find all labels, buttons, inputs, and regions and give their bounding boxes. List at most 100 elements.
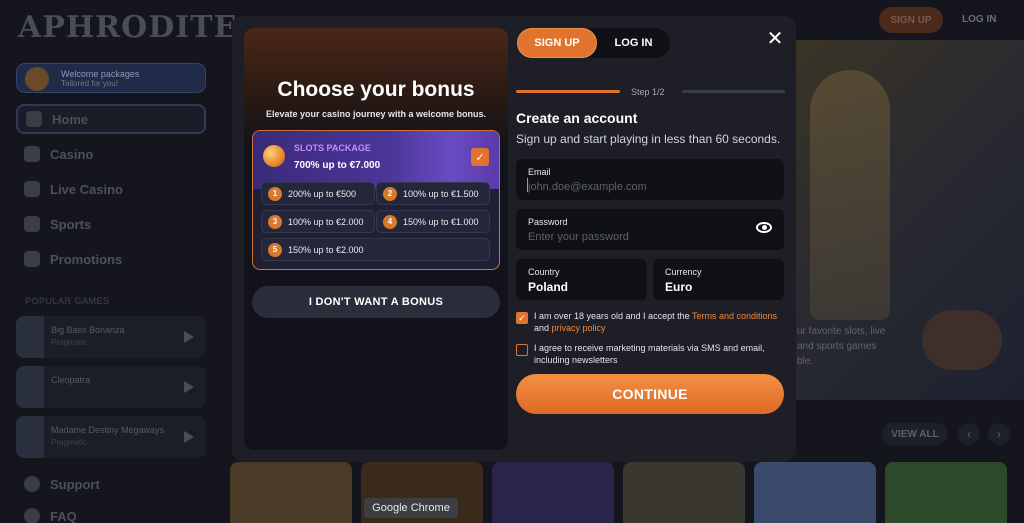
- sidebar-item-live-casino[interactable]: Live Casino: [16, 174, 206, 204]
- sidebar-item-label: Sports: [50, 216, 92, 232]
- offer-number-badge: 2: [383, 186, 397, 201]
- hero-text-line: ble.: [797, 356, 814, 367]
- privacy-link[interactable]: privacy policy: [552, 323, 606, 333]
- popular-games-heading: POPULAR GAMES: [25, 296, 110, 306]
- signup-modal: Choose your bonus Elevate your casino jo…: [232, 16, 796, 462]
- offer-item: 3 100% up to €2.000: [261, 210, 375, 233]
- game-row-madame-destiny[interactable]: Madame Destiny Megaways Pragmatic: [16, 416, 206, 458]
- play-icon[interactable]: [184, 431, 194, 443]
- header-signup-button[interactable]: SIGN UP: [879, 7, 943, 33]
- game-tile[interactable]: [754, 462, 876, 523]
- auth-tabs: SIGN UP LOG IN: [517, 28, 670, 58]
- offer-text: 100% up to €1.500: [403, 188, 479, 199]
- country-value: Poland: [528, 280, 569, 294]
- country-select[interactable]: Country Poland: [516, 259, 647, 300]
- email-input[interactable]: [528, 179, 748, 195]
- game-provider: Pragmatic: [51, 438, 88, 447]
- faq-icon: [24, 508, 40, 523]
- ball-icon: [24, 216, 40, 232]
- offer-item: 4 150% up to €1.000: [376, 210, 490, 233]
- package-amount: 700% up to €7.000: [294, 160, 381, 171]
- offer-text: 200% up to €500: [288, 188, 357, 199]
- game-tile[interactable]: [623, 462, 745, 523]
- continue-button[interactable]: CONTINUE: [516, 374, 784, 414]
- offer-number-badge: 5: [268, 242, 282, 257]
- offer-text: 150% up to €1.000: [403, 216, 479, 227]
- hero-text-line: and sports games: [797, 341, 877, 352]
- slots-package-card[interactable]: SLOTS PACKAGE 700% up to €7.000 ✓ 1 200%…: [252, 130, 500, 270]
- sidebar-item-label: Promotions: [50, 251, 123, 267]
- next-arrow-icon[interactable]: ›: [988, 423, 1010, 445]
- game-row-big-bass-bonanza[interactable]: Big Bass Bonanza Pragmatic: [16, 316, 206, 358]
- promo-title: Welcome packages: [61, 68, 140, 79]
- password-field: Password: [516, 209, 784, 250]
- currency-select[interactable]: Currency Euro: [653, 259, 784, 300]
- welcome-packages-banner[interactable]: Welcome packages Tailored for you!: [16, 63, 206, 93]
- play-icon[interactable]: [184, 381, 194, 393]
- terms-text: I am over 18 years old and I accept the …: [534, 310, 786, 334]
- show-password-eye-icon[interactable]: [756, 222, 772, 233]
- play-icon[interactable]: [184, 331, 194, 343]
- prev-arrow-icon[interactable]: ‹: [958, 423, 980, 445]
- terms-consent: ✓ I am over 18 years old and I accept th…: [516, 310, 786, 334]
- close-icon[interactable]: ✕: [765, 29, 785, 49]
- promo-subtitle: Tailored for you!: [61, 78, 118, 88]
- sidebar-item-label: Casino: [50, 146, 94, 162]
- no-bonus-button[interactable]: I DON'T WANT A BONUS: [252, 286, 500, 318]
- game-tile[interactable]: [230, 462, 352, 523]
- sidebar-menu: Home Casino Live Casino Sports Promotion…: [16, 104, 206, 279]
- dice-icon: [24, 181, 40, 197]
- support-icon: [24, 476, 40, 492]
- home-icon: [26, 111, 42, 127]
- form-title: Create an account: [516, 110, 638, 126]
- sidebar-item-support[interactable]: Support: [24, 476, 100, 492]
- hero-text: ur favorite slots, live and sports games…: [797, 324, 885, 369]
- step-indicator: Step 1/2: [631, 87, 665, 97]
- sidebar-item-sports[interactable]: Sports: [16, 209, 206, 239]
- game-tiles-row: [230, 462, 1007, 523]
- marketing-consent: I agree to receive marketing materials v…: [516, 342, 786, 366]
- step-progress-done: [516, 90, 620, 93]
- game-name: Big Bass Bonanza: [51, 325, 125, 335]
- hero-text-line: ur favorite slots, live: [797, 326, 886, 337]
- gift-icon: [24, 251, 40, 267]
- terms-middle: and: [534, 323, 552, 333]
- game-thumbnail: [16, 316, 44, 358]
- tab-login[interactable]: LOG IN: [597, 28, 670, 58]
- site-logo[interactable]: APHRODITE: [18, 10, 237, 45]
- form-subtitle: Sign up and start playing in less than 6…: [516, 132, 781, 146]
- terms-link[interactable]: Terms and conditions: [692, 311, 777, 321]
- game-tile[interactable]: [492, 462, 614, 523]
- game-thumbnail: [16, 416, 44, 458]
- sidebar-item-home[interactable]: Home: [16, 104, 206, 134]
- email-label: Email: [528, 167, 551, 177]
- offer-text: 150% up to €2.000: [288, 244, 364, 255]
- casino-chip-icon: [24, 146, 40, 162]
- game-row-cleopatra[interactable]: Cleopatra: [16, 366, 206, 408]
- sidebar-item-casino[interactable]: Casino: [16, 139, 206, 169]
- chrome-tooltip: Google Chrome: [364, 498, 458, 518]
- sidebar-item-promotions[interactable]: Promotions: [16, 244, 206, 274]
- goddess-illustration: [810, 70, 890, 320]
- game-tile[interactable]: [885, 462, 1007, 523]
- marketing-checkbox[interactable]: [516, 344, 528, 356]
- view-all-button[interactable]: VIEW ALL: [882, 423, 948, 445]
- offer-text: 100% up to €2.000: [288, 216, 364, 227]
- email-field: Email: [516, 159, 784, 200]
- offer-item: 1 200% up to €500: [261, 182, 375, 205]
- bonus-title: Choose your bonus: [277, 78, 475, 101]
- password-input[interactable]: [528, 229, 748, 245]
- fruit-orb-icon: [263, 145, 285, 167]
- sidebar-item-label: Home: [52, 111, 89, 127]
- tab-signup[interactable]: SIGN UP: [517, 28, 597, 58]
- promo-avatar-icon: [25, 67, 49, 91]
- header-login-link[interactable]: LOG IN: [962, 14, 996, 25]
- game-thumbnail: [16, 366, 44, 408]
- sidebar-item-faq[interactable]: FAQ: [24, 508, 77, 523]
- package-checkbox[interactable]: ✓: [471, 148, 489, 166]
- game-name: Cleopatra: [51, 375, 91, 385]
- password-label: Password: [528, 217, 568, 227]
- sidebar-item-label: FAQ: [50, 508, 77, 523]
- terms-checkbox[interactable]: ✓: [516, 312, 528, 324]
- country-label: Country: [528, 267, 560, 277]
